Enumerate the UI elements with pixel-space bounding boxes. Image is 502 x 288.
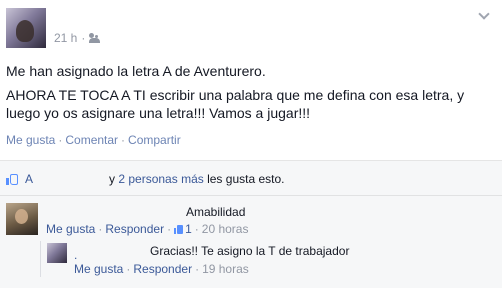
dot-separator: ·: [126, 262, 131, 276]
reply-like-link[interactable]: Me gusta: [74, 262, 123, 276]
liker-name[interactable]: A: [25, 172, 33, 186]
dot-separator: ·: [58, 133, 63, 147]
dot-separator: ·: [167, 222, 172, 236]
likes-conjunction: y: [109, 172, 116, 186]
likes-tail-text: les gusta esto.: [207, 172, 285, 186]
commenter-avatar[interactable]: [6, 203, 38, 235]
post-text-line-1: Me han asignado la letra A de Aventurero…: [6, 63, 266, 79]
reply-timestamp[interactable]: 19 horas: [202, 262, 249, 276]
comment-text: Amabilidad: [186, 205, 246, 219]
like-post-link[interactable]: Me gusta: [6, 133, 55, 147]
reply-actions: Me gusta · Responder · 19 horas: [74, 262, 249, 276]
likes-summary: A y 2 personas más les gusta esto.: [6, 172, 284, 186]
dot-separator: ·: [98, 222, 103, 236]
feed-post: 21 h · Me han asignado la letra A de Ave…: [0, 0, 502, 288]
reply-author-avatar[interactable]: [47, 243, 67, 263]
reply-thread-line: [40, 241, 41, 277]
comment-like-count-icon: [174, 225, 184, 234]
friends-audience-icon[interactable]: [89, 33, 101, 43]
post-timestamp[interactable]: 21 h: [54, 31, 77, 45]
author-avatar[interactable]: [6, 8, 46, 48]
dot-separator: ·: [195, 262, 200, 276]
reply-author-name[interactable]: .: [74, 248, 77, 262]
dot-separator: ·: [81, 31, 86, 45]
reply-text: Gracias!! Te asigno la T de trabajador: [150, 244, 350, 258]
comment-timestamp[interactable]: 20 horas: [202, 222, 249, 236]
thumbs-up-icon: [6, 173, 19, 185]
comment-post-link[interactable]: Comentar: [65, 133, 118, 147]
comment-like-count[interactable]: 1: [185, 222, 192, 236]
feedback-area: A y 2 personas más les gusta esto. Amabi…: [0, 161, 502, 288]
dot-separator: ·: [121, 133, 126, 147]
reply-reply-link[interactable]: Responder: [133, 262, 192, 276]
share-post-link[interactable]: Compartir: [128, 133, 181, 147]
comment-reply-link[interactable]: Responder: [105, 222, 164, 236]
post-meta: 21 h ·: [54, 31, 101, 45]
post-actions: Me gusta · Comentar · Compartir: [6, 133, 181, 147]
post-text-paragraph-2: AHORA TE TOCA A TI escribir una palabra …: [6, 87, 465, 121]
dot-separator: ·: [194, 222, 199, 236]
comment-like-link[interactable]: Me gusta: [46, 222, 95, 236]
comment-actions: Me gusta · Responder · 1 · 20 horas: [46, 222, 248, 236]
post-options-chevron-icon[interactable]: [478, 10, 490, 22]
likes-divider: [0, 195, 502, 196]
other-likers-link[interactable]: 2 personas más: [118, 172, 203, 186]
